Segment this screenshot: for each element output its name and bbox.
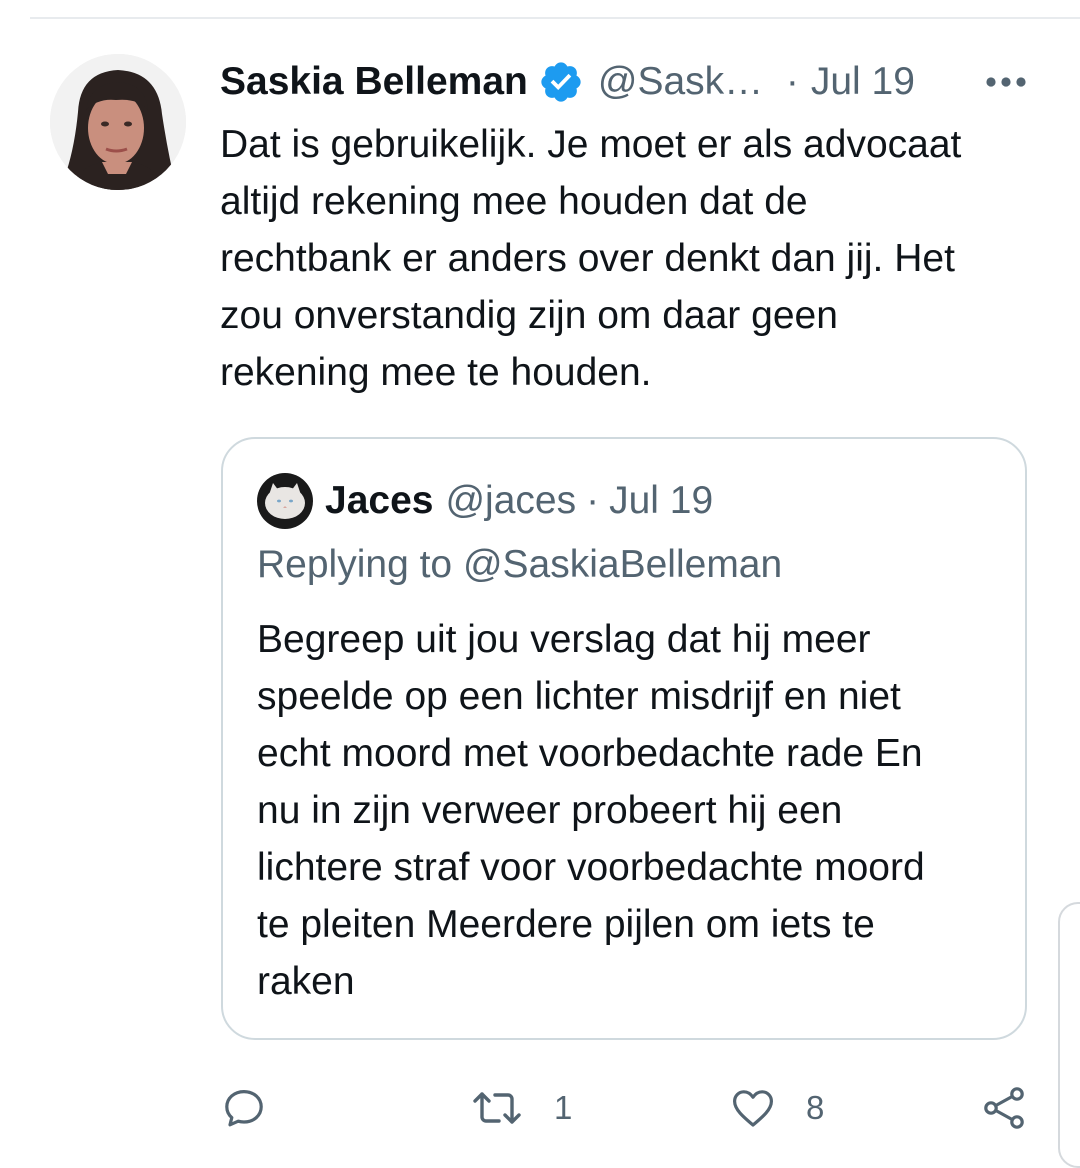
retweet-count: 1 xyxy=(554,1089,573,1126)
replying-to-label: Replying to @SaskiaBelleman xyxy=(257,543,783,586)
author-handle[interactable]: @Saski… xyxy=(598,60,770,104)
author-name[interactable]: Saskia Belleman xyxy=(220,60,528,104)
tweet-actions-bar: 1 8 xyxy=(220,1080,1040,1136)
quoted-avatar-image xyxy=(257,473,313,529)
share-nodes-icon xyxy=(984,1087,1024,1129)
share-button[interactable] xyxy=(980,1080,1028,1136)
retweet-arrows-icon xyxy=(473,1092,521,1124)
reply-button[interactable] xyxy=(220,1080,268,1136)
quoted-tweet-header: Jaces @jaces · Jul 19 xyxy=(325,473,713,529)
tweet-text: Dat is gebruikelijk. Je moet er als advo… xyxy=(220,123,962,394)
more-options-icon[interactable] xyxy=(985,72,1027,92)
retweet-button[interactable]: 1 xyxy=(468,1080,572,1136)
author-avatar[interactable] xyxy=(50,54,186,190)
quoted-tweet-date: Jul 19 xyxy=(609,479,714,522)
heart-icon xyxy=(733,1090,773,1127)
speech-bubble-icon xyxy=(225,1090,263,1127)
quoted-author-avatar xyxy=(257,473,313,529)
header-separator: · xyxy=(785,60,799,103)
like-button[interactable]: 8 xyxy=(728,1080,824,1136)
quoted-tweet-text: Begreep uit jou verslag dat hij meer spe… xyxy=(257,618,925,1003)
quoted-author-name: Jaces xyxy=(325,479,434,522)
tweet-date[interactable]: Jul 19 xyxy=(811,60,915,104)
author-avatar-image xyxy=(50,54,186,190)
quoted-header-separator: · xyxy=(586,479,600,522)
quoted-tweet[interactable]: Jaces @jaces · Jul 19 Replying to @Saski… xyxy=(221,437,1027,1040)
like-count: 8 xyxy=(806,1089,825,1126)
tweet-header: Saskia Belleman @Saski… · Jul 19 xyxy=(220,52,1060,112)
scrollbar[interactable] xyxy=(1058,902,1080,1168)
quoted-author-handle: @jaces xyxy=(445,479,577,522)
top-divider xyxy=(30,17,1080,19)
verified-badge-icon xyxy=(538,59,584,105)
